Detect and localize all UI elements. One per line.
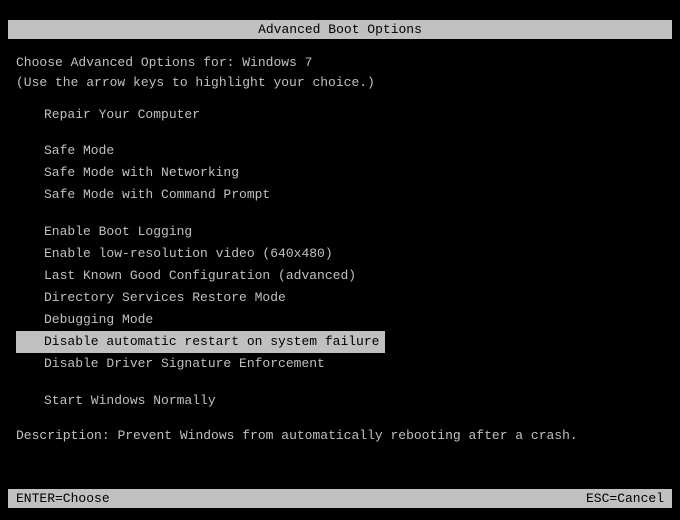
menu-item-disable-auto-restart[interactable]: Disable automatic restart on system fail… [16, 331, 385, 353]
boot-menu[interactable]: Repair Your Computer Safe Mode Safe Mode… [0, 104, 680, 412]
menu-item-low-res-video[interactable]: Enable low-resolution video (640x480) [16, 243, 664, 265]
menu-item-debugging-mode[interactable]: Debugging Mode [16, 309, 664, 331]
instruction-block: Choose Advanced Options for: Windows 7 (… [0, 53, 680, 92]
footer-esc-hint: ESC=Cancel [586, 491, 664, 506]
page-title: Advanced Boot Options [258, 22, 422, 37]
description-block: Description: Prevent Windows from automa… [0, 426, 680, 446]
menu-item-start-normally[interactable]: Start Windows Normally [16, 390, 664, 412]
menu-item-safe-mode[interactable]: Safe Mode [16, 140, 664, 162]
menu-group-safemode: Safe Mode Safe Mode with Networking Safe… [16, 140, 664, 206]
menu-item-safe-mode-command[interactable]: Safe Mode with Command Prompt [16, 184, 664, 206]
menu-item-last-known-good[interactable]: Last Known Good Configuration (advanced) [16, 265, 664, 287]
menu-item-repair-computer[interactable]: Repair Your Computer [16, 104, 664, 126]
instruction-line-2: (Use the arrow keys to highlight your ch… [16, 73, 664, 93]
menu-group-advanced: Enable Boot Logging Enable low-resolutio… [16, 221, 664, 376]
menu-item-safe-mode-networking[interactable]: Safe Mode with Networking [16, 162, 664, 184]
footer-enter-hint: ENTER=Choose [16, 491, 110, 506]
description-text: Prevent Windows from automatically reboo… [117, 428, 577, 443]
instruction-line-1: Choose Advanced Options for: Windows 7 [16, 53, 664, 73]
footer-bar: ENTER=Choose ESC=Cancel [8, 489, 672, 508]
title-bar: Advanced Boot Options [8, 20, 672, 39]
menu-item-directory-services-restore[interactable]: Directory Services Restore Mode [16, 287, 664, 309]
menu-item-disable-driver-signature[interactable]: Disable Driver Signature Enforcement [16, 353, 664, 375]
menu-item-boot-logging[interactable]: Enable Boot Logging [16, 221, 664, 243]
description-label: Description: [16, 428, 110, 443]
menu-group-normal: Start Windows Normally [16, 390, 664, 412]
menu-group-repair: Repair Your Computer [16, 104, 664, 126]
